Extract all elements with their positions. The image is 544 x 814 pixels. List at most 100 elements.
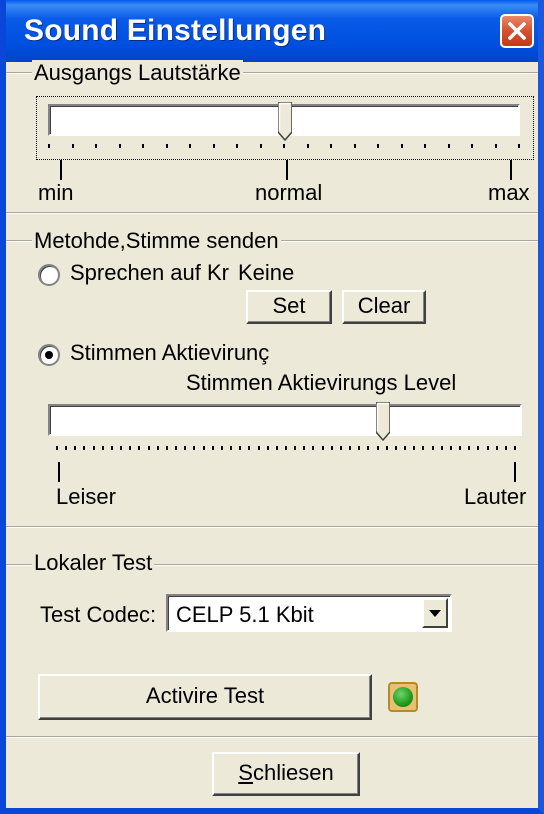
slider-tick [477, 446, 480, 450]
slider-tick [65, 446, 68, 450]
close-dialog-mnemonic: S [238, 760, 253, 785]
slider-tick [56, 446, 58, 450]
slider-tick [110, 446, 113, 450]
output-volume-thumb[interactable] [277, 101, 293, 142]
slider-tick [494, 144, 497, 148]
va-level-track [48, 404, 522, 436]
close-button[interactable] [500, 14, 534, 48]
slider-tick [431, 446, 434, 450]
slider-tick [193, 446, 196, 450]
slider-tick [353, 144, 356, 148]
slider-tick [202, 446, 205, 450]
slider-tick [236, 144, 238, 148]
label-max: max [488, 180, 530, 205]
slider-tick [367, 446, 370, 450]
slider-tick [376, 446, 379, 450]
slider-tick [514, 446, 516, 450]
title-bar[interactable]: Sound Einstellungen [6, 0, 538, 62]
tick-louder [514, 462, 516, 482]
dropdown-arrow-button[interactable] [422, 598, 448, 628]
slider-tick [165, 446, 168, 450]
radio-voice-activation-label[interactable]: Stimmen Aktievirunç [70, 340, 269, 366]
label-min: min [38, 180, 74, 205]
slider-tick [285, 446, 287, 450]
section-divider [6, 736, 538, 738]
slider-tick [349, 446, 352, 450]
slider-tick [147, 446, 150, 450]
slider-tick [486, 446, 489, 450]
section-divider [6, 526, 538, 528]
slider-tick [211, 446, 214, 450]
chevron-down-icon [424, 610, 446, 630]
output-volume-ticks [48, 144, 520, 152]
codec-select-value: CELP 5.1 Kbit [176, 602, 314, 627]
va-level-thumb[interactable] [375, 401, 391, 442]
radio-selected-dot [45, 351, 53, 359]
slider-tick [330, 446, 333, 450]
status-led [388, 682, 418, 712]
label-louder: Lauter [464, 484, 527, 509]
activate-test-button[interactable]: Activire Test [38, 674, 372, 720]
slider-tick [283, 144, 285, 148]
slider-tick [404, 446, 407, 450]
output-volume-legend: Ausgangs Lautstärke [32, 60, 243, 86]
slider-tick [175, 446, 178, 450]
status-led-green-icon [393, 687, 413, 707]
radio-push-to-talk[interactable] [38, 264, 60, 286]
slider-tick [156, 446, 159, 450]
slider-tick [230, 446, 233, 450]
local-test-legend: Lokaler Test [32, 550, 155, 576]
slider-tick [330, 144, 332, 148]
slider-tick [259, 144, 262, 148]
clear-button[interactable]: Clear [342, 290, 426, 324]
slider-tick [142, 144, 144, 148]
window-title: Sound Einstellungen [24, 14, 327, 47]
radio-push-to-talk-label[interactable]: Sprechen auf Kr [70, 260, 229, 286]
va-level-ticks [56, 446, 516, 454]
slider-tick [129, 446, 132, 450]
slider-tick [394, 446, 397, 450]
tick-max [510, 160, 512, 180]
slider-tick [447, 144, 450, 148]
slider-tick [424, 144, 426, 148]
slider-tick [358, 446, 361, 450]
slider-tick [92, 446, 95, 450]
label-normal: normal [255, 180, 323, 205]
ptt-key-value: Keine [238, 260, 295, 285]
slider-tick [212, 144, 215, 148]
close-dialog-label: chliesen [252, 760, 334, 785]
slider-tick [189, 144, 191, 148]
slider-tick [413, 446, 416, 450]
slider-tick [257, 446, 260, 450]
sound-settings-window: Sound Einstellungen Ausgangs Lautstärke … [0, 0, 544, 814]
slider-tick [422, 446, 425, 450]
slider-tick [312, 446, 315, 450]
slider-tick [165, 144, 168, 148]
slider-tick [294, 446, 297, 450]
set-button[interactable]: Set [246, 290, 332, 324]
slider-tick [471, 144, 473, 148]
slider-tick [440, 446, 443, 450]
tick-min [60, 160, 62, 180]
slider-tick [220, 446, 223, 450]
radio-voice-activation[interactable] [38, 344, 60, 366]
slider-tick [459, 446, 462, 450]
slider-tick [449, 446, 452, 450]
slider-tick [239, 446, 242, 450]
slider-tick [266, 446, 269, 450]
slider-tick [71, 144, 74, 148]
tick-normal [286, 160, 288, 180]
slider-tick [118, 144, 121, 148]
slider-tick [120, 446, 123, 450]
slider-tick [48, 144, 50, 148]
slider-tick [83, 446, 86, 450]
codec-select[interactable]: CELP 5.1 Kbit [166, 594, 452, 632]
label-quieter: Leiser [56, 484, 116, 509]
send-method-legend: Metohde,Stimme senden [32, 228, 281, 254]
slider-tick [400, 144, 403, 148]
close-dialog-button[interactable]: Schliesen [212, 752, 360, 796]
slider-tick [385, 446, 388, 450]
slider-tick [303, 446, 306, 450]
slider-tick [495, 446, 498, 450]
slider-tick [468, 446, 471, 450]
